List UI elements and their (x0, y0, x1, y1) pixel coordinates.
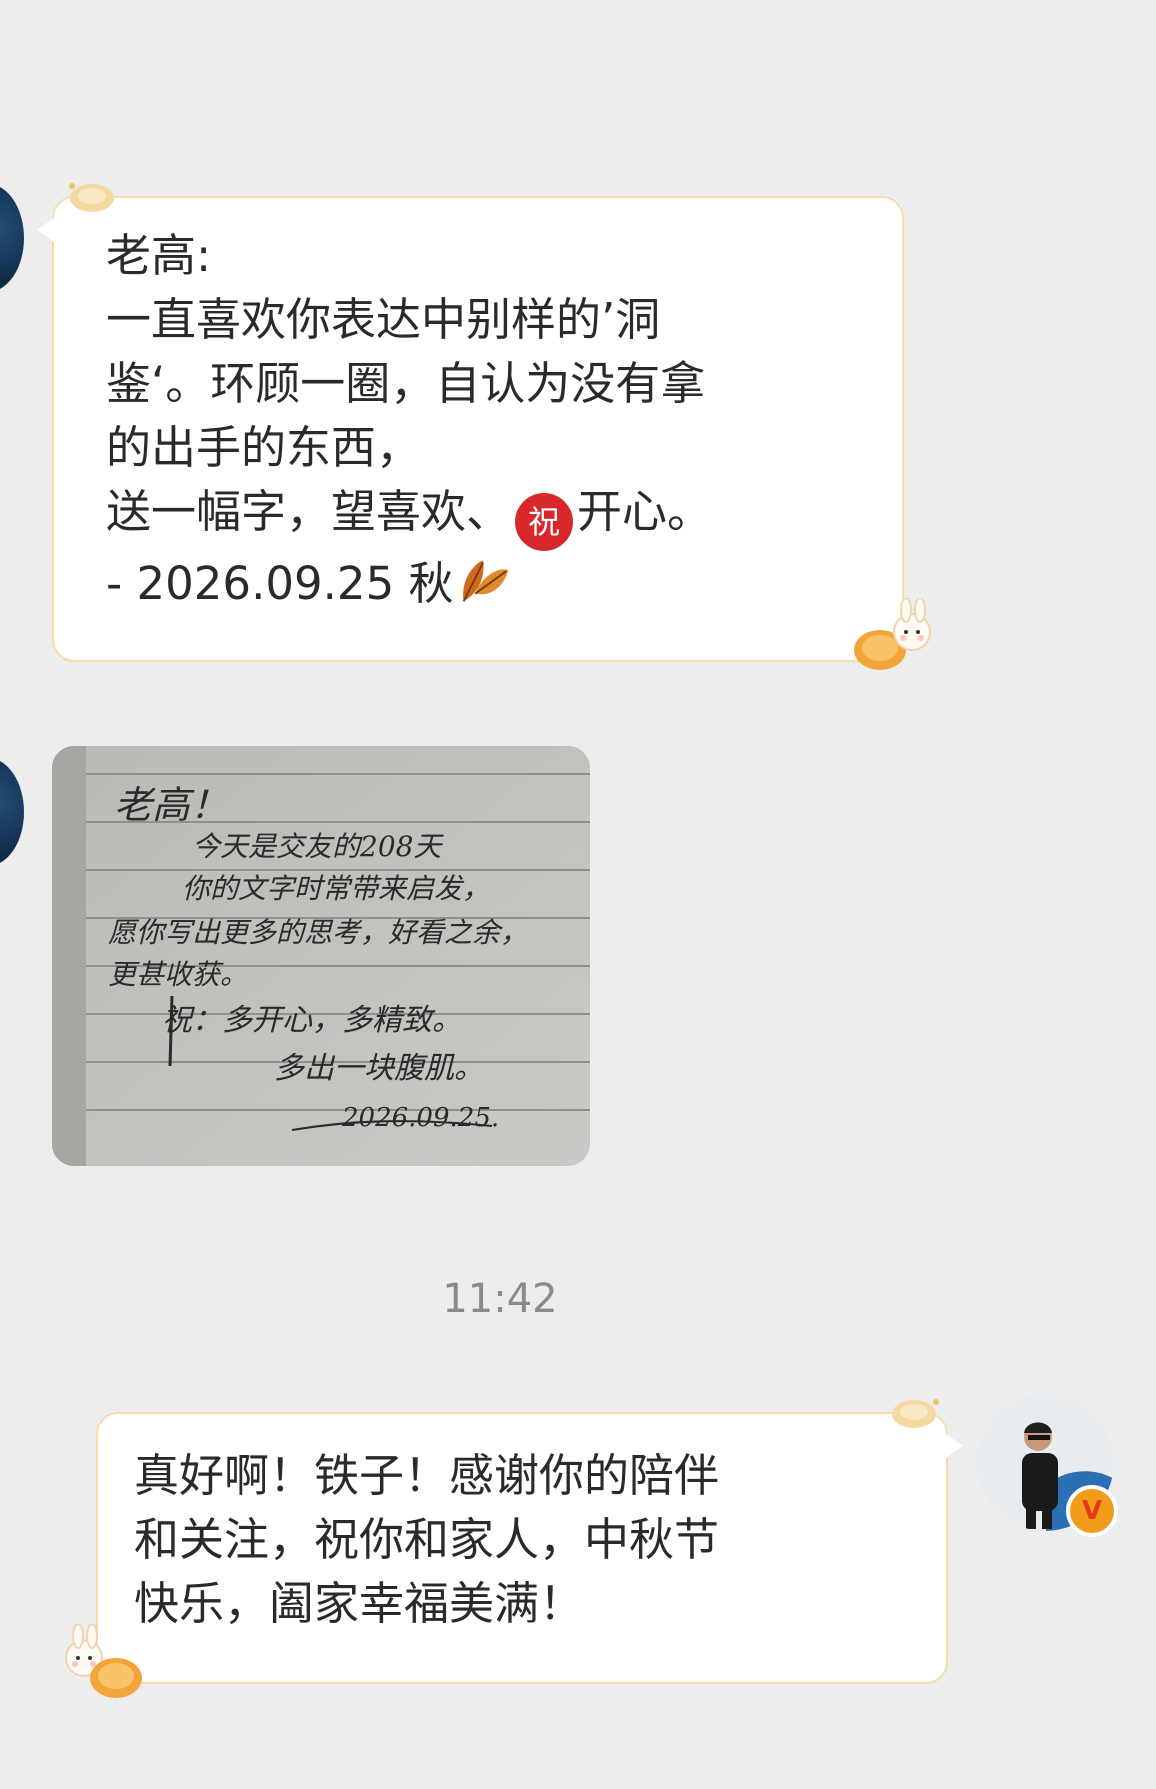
message-date: - 2026.09.25 秋 (106, 557, 454, 610)
note-line: 你的文字时常带来启发， (182, 872, 490, 905)
handwritten-note-image[interactable]: 老高！ 今天是交友的208天 你的文字时常带来启发， 愿你写出更多的思考，好看之… (52, 746, 590, 1166)
handwritten-note-picture: 老高！ 今天是交友的208天 你的文字时常带来启发， 愿你写出更多的思考，好看之… (52, 746, 590, 1166)
sender-avatar[interactable] (0, 184, 24, 292)
note-line: 今天是交友的208天 (192, 830, 444, 863)
message-line: 一直喜欢你表达中别样的’洞 (106, 293, 661, 346)
note-line: 多出一块腹肌。 (274, 1051, 484, 1086)
note-line: 祝：多开心，多精致。 (162, 1003, 462, 1038)
message-text: 送一幅字，望喜欢、 (106, 485, 512, 538)
note-line: 2026.09.25. (341, 1103, 499, 1133)
note-line: 老高！ (114, 783, 228, 827)
message-line-with-emoji: - 2026.09.25 秋 (106, 551, 852, 616)
bubble-tail (37, 218, 54, 242)
note-line: 愿你写出更多的思考，好看之余， (108, 916, 528, 949)
message-timestamp: 11:42 (442, 1276, 558, 1322)
verified-v-badge-icon: V (1066, 1485, 1118, 1537)
message-line: 的出手的东西， (106, 421, 422, 474)
moon-cake-bunny-icon (854, 598, 931, 670)
message-line: 真好啊！铁子！感谢你的陪伴 (134, 1449, 720, 1502)
message-text: 开心。 (577, 485, 713, 538)
outgoing-message-bubble[interactable]: 真好啊！铁子！感谢你的陪伴 和关注，祝你和家人，中秋节 快乐，阖家幸福美满！ (65, 1399, 963, 1698)
incoming-message-bubble[interactable]: 老高: 一直喜欢你表达中别样的’洞 鉴‘。环顾一圈，自认为没有拿 的出手的东西，… (37, 183, 931, 670)
message-line-with-emoji: 送一幅字，望喜欢、祝开心。 (106, 480, 852, 551)
bubble-tail (946, 1434, 963, 1458)
moon-cake-decoration-icon (892, 1399, 939, 1428)
moon-cake-bunny-icon (65, 1624, 142, 1698)
message-line: 老高: (106, 229, 212, 282)
moon-cake-decoration-icon (69, 183, 114, 212)
zhu-emoji-icon: 祝 (515, 493, 574, 551)
autumn-leaf-icon (462, 560, 508, 602)
message-line: 鉴‘。环顾一圈，自认为没有拿 (106, 357, 706, 410)
note-line: 更甚收获。 (108, 958, 248, 991)
message-line: 快乐，阖家幸福美满！ (134, 1577, 585, 1630)
message-line: 和关注，祝你和家人，中秋节 (134, 1513, 720, 1566)
sender-avatar[interactable] (0, 758, 24, 866)
